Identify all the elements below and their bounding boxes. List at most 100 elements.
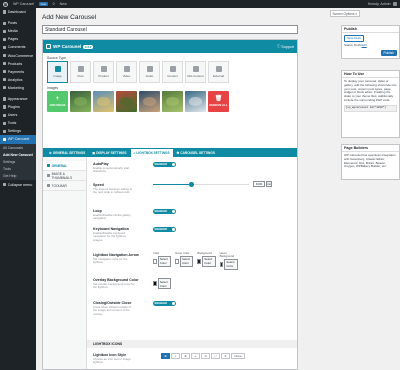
- submenu-add-new-carousel[interactable]: Add New Carousel: [0, 152, 36, 159]
- pages-icon: [2, 37, 6, 41]
- image-thumbnail[interactable]: [162, 91, 183, 112]
- screen-options-button[interactable]: Screen Options ▾: [329, 10, 360, 18]
- new-content-link[interactable]: New: [60, 2, 67, 6]
- collapse-menu[interactable]: Collapse menu: [0, 180, 36, 188]
- how-to-use-text: To display your carousel, slider or gall…: [344, 79, 397, 102]
- tab-carousel-settings[interactable]: ⇆ CAROUSEL SETTINGS: [174, 149, 218, 157]
- icon-style-option-1[interactable]: ⊕: [161, 353, 170, 359]
- color-swatch[interactable]: [219, 261, 224, 267]
- select-color-button[interactable]: Select Color: [157, 255, 172, 267]
- menu-media[interactable]: Media: [0, 27, 36, 35]
- select-color-button[interactable]: Select Color: [202, 255, 216, 267]
- speed-input[interactable]: 4000: [253, 181, 265, 187]
- menu-posts[interactable]: Posts: [0, 19, 36, 27]
- edit-status-link[interactable]: Edit: [362, 43, 367, 47]
- image-thumbnail[interactable]: [185, 91, 206, 112]
- analytics-icon: [2, 78, 6, 82]
- menu-settings[interactable]: Settings: [0, 127, 36, 135]
- comments-count[interactable]: 0: [53, 2, 55, 6]
- arrow-hover-background: Hover Background Select Color: [219, 252, 238, 270]
- account-menu[interactable]: Howdy, Admin: [368, 1, 397, 7]
- source-type-mix-content[interactable]: Mix-Content: [185, 61, 206, 83]
- icon-style-option-5[interactable]: ⇲: [201, 353, 210, 359]
- sliders-icon: ⇆: [176, 151, 180, 155]
- settings-tabs: ⚙ GENERAL SETTINGS ▣ DISPLAY SETTINGS ⌕ LIG…: [43, 148, 297, 157]
- menu-appearance[interactable]: Appearance: [0, 95, 36, 103]
- icon-style-option-4[interactable]: «: [191, 353, 200, 359]
- add-image-button[interactable]: + ADD IMAGE: [47, 91, 68, 112]
- icon-style-none[interactable]: None: [231, 353, 245, 359]
- keyboard-navigation-toggle[interactable]: ENABLED: [153, 227, 176, 232]
- icon-style-option-3[interactable]: ⊕: [181, 353, 190, 359]
- closing-outside-toggle[interactable]: ENABLED: [153, 301, 176, 306]
- media-icon: [2, 29, 6, 33]
- menu-comments[interactable]: Comments: [0, 43, 36, 51]
- menu-users[interactable]: Users: [0, 111, 36, 119]
- image-thumbnail[interactable]: [70, 91, 91, 112]
- closing-outside-option: Closing/Outside Close Close when clicked…: [93, 301, 176, 316]
- subnav-toolbar[interactable]: TOOLBAR: [43, 181, 86, 191]
- save-draft-button[interactable]: Save Draft: [344, 35, 364, 42]
- source-type-product[interactable]: Product: [93, 61, 114, 83]
- icon-style-option-2[interactable]: +: [171, 353, 180, 359]
- source-type-external[interactable]: External: [208, 61, 229, 83]
- remove-all-button[interactable]: 🗑 REMOVE ALL: [208, 91, 229, 112]
- product-icon: [100, 66, 107, 72]
- autoplay-toggle[interactable]: ENABLED: [153, 162, 176, 167]
- shortcode-field[interactable]: [sp_wpcarousel id="1010"]: [344, 104, 397, 112]
- menu-pages[interactable]: Pages: [0, 35, 36, 43]
- carousel-metabox: WP Carousel 4.3.2 ⓘ Support Source Type I…: [42, 39, 298, 370]
- image-thumbnail[interactable]: [139, 91, 160, 112]
- color-swatch[interactable]: [197, 258, 202, 264]
- menu-analytics[interactable]: Analytics: [0, 76, 36, 84]
- carousel-title-input[interactable]: [42, 25, 298, 34]
- marketing-icon: [2, 86, 6, 90]
- submenu-get-help[interactable]: Get Help: [0, 172, 36, 179]
- menu-wp-carousel[interactable]: WP Carousel: [0, 135, 36, 144]
- page-builders-title: Page Builders: [342, 145, 399, 152]
- tools-icon: [2, 121, 6, 125]
- speed-slider-handle[interactable]: [189, 182, 194, 187]
- submenu-all-carousels[interactable]: All Carousels: [0, 145, 36, 152]
- menu-tools[interactable]: Tools: [0, 119, 36, 127]
- wordpress-logo-icon[interactable]: W: [3, 1, 8, 7]
- color-swatch[interactable]: [153, 281, 157, 287]
- color-swatch[interactable]: [175, 258, 179, 264]
- menu-marketing[interactable]: Marketing: [0, 84, 36, 92]
- lightbox-subnav: GENERAL IMAGE & THUMBNAILS TOOLBAR: [43, 157, 87, 369]
- tab-lightbox-settings[interactable]: ⌕ LIGHTBOX SETTINGS: [130, 149, 173, 157]
- subnav-image-thumbnails[interactable]: IMAGE & THUMBNAILS: [43, 171, 86, 181]
- menu-products[interactable]: Products: [0, 60, 36, 68]
- select-color-button[interactable]: Select Color: [179, 255, 194, 267]
- arrow-color-pickers: Color Select Color Hover Color Select Colo…: [153, 252, 238, 270]
- color-swatch[interactable]: [153, 258, 157, 264]
- menu-plugins[interactable]: Plugins: [0, 103, 36, 111]
- settings-icon: [2, 129, 6, 133]
- icon-style-option-7[interactable]: ✕: [221, 353, 230, 359]
- live-badge: Live: [39, 2, 48, 6]
- loop-toggle[interactable]: ENABLED: [153, 209, 176, 214]
- menu-dashboard[interactable]: Dashboard: [0, 8, 36, 16]
- source-type-video[interactable]: Video: [116, 61, 137, 83]
- image-thumbnail[interactable]: [116, 91, 137, 112]
- speed-slider[interactable]: [153, 182, 249, 187]
- site-name[interactable]: WP Carousel: [13, 2, 34, 6]
- support-link[interactable]: ⓘ Support: [277, 44, 294, 49]
- submenu-settings[interactable]: Settings: [0, 159, 36, 166]
- submenu-tools[interactable]: Tools: [0, 165, 36, 172]
- subnav-general[interactable]: GENERAL: [43, 161, 86, 171]
- carousel-logo-icon: [46, 44, 51, 49]
- publish-button[interactable]: Publish: [380, 50, 397, 56]
- icon-style-option-6[interactable]: ⤢: [211, 353, 220, 359]
- menu-payments[interactable]: Payments: [0, 68, 36, 76]
- source-type-image[interactable]: Image: [47, 61, 68, 83]
- tab-general-settings[interactable]: ⚙ GENERAL SETTINGS: [46, 149, 88, 157]
- tab-display-settings[interactable]: ▣ DISPLAY SETTINGS: [89, 149, 129, 157]
- source-type-post[interactable]: Post: [70, 61, 91, 83]
- select-color-button[interactable]: Select Color: [157, 278, 172, 290]
- image-thumbnail[interactable]: [93, 91, 114, 112]
- source-type-content[interactable]: Content: [162, 61, 183, 83]
- menu-woocommerce[interactable]: WooCommerce: [0, 51, 36, 59]
- source-type-audio[interactable]: Audio: [139, 61, 160, 83]
- select-color-button[interactable]: Select Color: [224, 258, 238, 270]
